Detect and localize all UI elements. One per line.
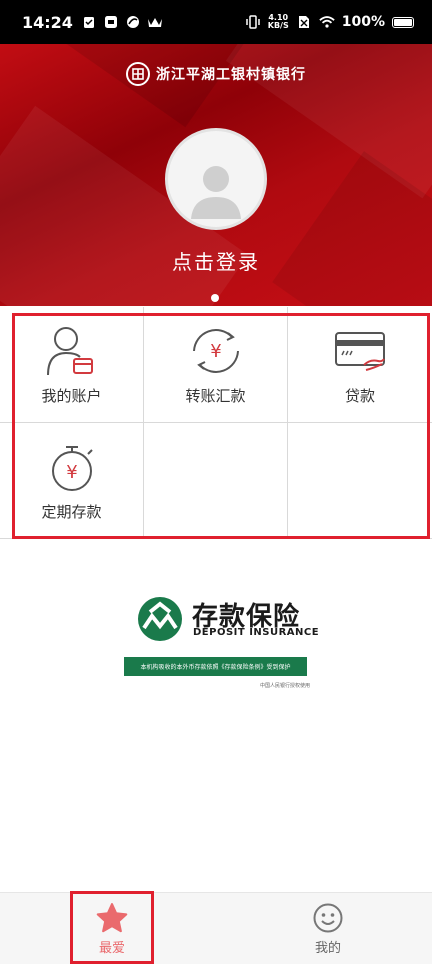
app-logo-icon: [125, 14, 141, 30]
login-prompt[interactable]: 点击登录: [0, 246, 432, 275]
header-banner: 浙江平湖工银村镇银行 点击登录: [0, 44, 432, 306]
battery-percent: 100%: [341, 14, 385, 30]
transfer-yuan-icon: ¥: [186, 325, 246, 377]
user-silhouette-icon: [191, 166, 241, 219]
loan-card-icon: [330, 325, 390, 377]
deposit-insurance-subtitle: DEPOSIT INSURANCE: [193, 627, 320, 638]
menu-empty-cell: [144, 423, 288, 539]
tab-label: 我的: [314, 941, 341, 956]
carousel-indicator: [211, 294, 219, 302]
menu-label: 转账汇款: [185, 387, 246, 405]
notification-app-icon: [103, 14, 119, 30]
menu-label: 定期存款: [41, 503, 102, 521]
avatar[interactable]: [165, 128, 267, 230]
wifi-icon: [319, 14, 335, 30]
network-speed: 4.10 KB/S: [267, 13, 289, 30]
svg-text:¥: ¥: [66, 462, 77, 483]
deposit-insurance-emblem-icon: [138, 597, 182, 641]
deposit-insurance-badge: 存款保险 DEPOSIT INSURANCE 本机构吸收的本外币存款依照《存款保…: [0, 590, 432, 700]
timer-yuan-icon: ¥: [42, 441, 102, 493]
bottom-tab-bar: 最爱 我的: [0, 892, 432, 964]
bank-logo-icon: [126, 62, 150, 86]
menu-label: 我的账户: [41, 387, 102, 405]
smiley-icon: [311, 901, 345, 935]
sim-off-icon: [296, 14, 312, 30]
status-time: 14:24: [22, 12, 73, 32]
menu-empty-cell: [288, 423, 432, 539]
menu-label: 贷款: [344, 387, 375, 405]
menu-item-loan[interactable]: 贷款: [288, 307, 432, 423]
status-bar: 14:24 4.10 KB/S 100%: [0, 0, 432, 44]
clipboard-icon: [81, 14, 97, 30]
deposit-insurance-bar: 本机构吸收的本外币存款依照《存款保险条例》受到保护: [124, 657, 307, 676]
menu-item-fixed-deposit[interactable]: ¥ 定期存款: [0, 423, 144, 539]
tab-label: 最爱: [98, 941, 125, 956]
menu-item-transfer[interactable]: ¥ 转账汇款: [144, 307, 288, 423]
deposit-insurance-note: 中国人民银行授权使用: [259, 683, 310, 689]
svg-text:¥: ¥: [210, 341, 221, 362]
function-grid: 我的账户 ¥ 转账汇款 贷款 ¥ 定期存款: [0, 307, 432, 539]
battery-icon: [392, 16, 414, 28]
bank-brand: 浙江平湖工银村镇银行: [0, 62, 432, 86]
crown-icon: [147, 14, 163, 30]
tab-favorites[interactable]: 最爱: [0, 893, 224, 964]
account-card-icon: [42, 325, 102, 377]
menu-item-my-account[interactable]: 我的账户: [0, 307, 144, 423]
bank-name: 浙江平湖工银村镇银行: [156, 67, 306, 83]
vibrate-icon: [245, 14, 261, 30]
star-icon: [95, 901, 129, 935]
tab-mine[interactable]: 我的: [224, 893, 432, 964]
